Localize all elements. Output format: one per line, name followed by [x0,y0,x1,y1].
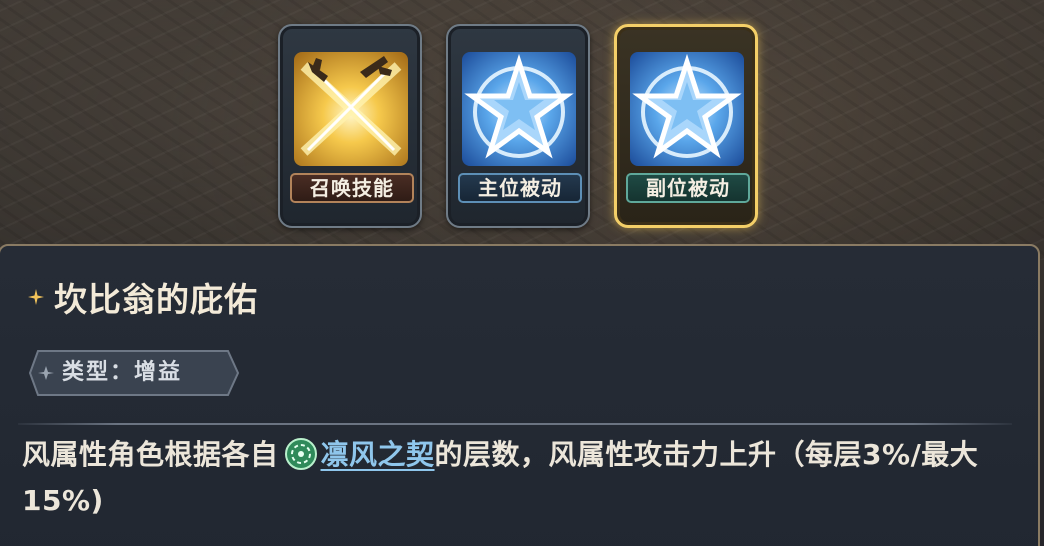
star-emblem-icon [630,52,744,166]
skill-card-main-passive[interactable]: 主位被动 [446,24,590,228]
skill-tag-label: 主位被动 [458,173,582,203]
crossed-swords-icon [294,52,408,166]
description-text: 风属性角色根据各自 [22,438,279,471]
star-emblem-icon [462,52,576,166]
keyword-link[interactable]: 凛风之契 [321,438,435,471]
skill-description: 风属性角色根据各自 凛风之契的层数，风属性攻击力上升（每层3%/最大15%) [22,432,1022,524]
sparkle-icon [28,289,44,305]
skill-type-badge: 类型：增益 [28,349,240,397]
skill-tag-label: 副位被动 [626,173,750,203]
wind-element-icon [284,438,317,470]
skill-card-summon[interactable]: 召唤技能 [278,24,422,228]
skill-card-sub-passive[interactable]: 副位被动 [614,24,758,228]
skill-tag-label: 召唤技能 [290,173,414,203]
divider [18,423,1012,425]
skill-title: 坎比翁的庇佑 [54,280,258,319]
skill-type-label: 类型：增益 [62,360,183,385]
skill-title-row: 坎比翁的庇佑 [28,272,258,322]
